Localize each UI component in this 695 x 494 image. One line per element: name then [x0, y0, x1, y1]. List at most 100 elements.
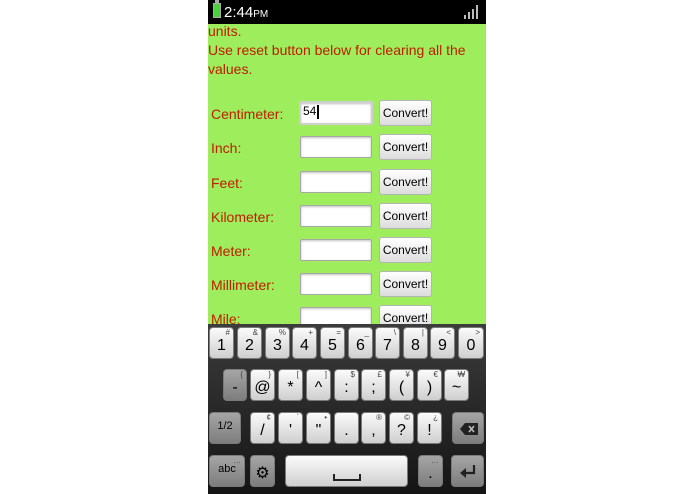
- gear-icon: ⚙: [255, 465, 270, 482]
- key-open-paren[interactable]: ¥(: [389, 369, 414, 401]
- key-5[interactable]: = 5: [320, 327, 345, 359]
- key-main: ": [315, 422, 322, 439]
- key-sub: \: [393, 328, 396, 337]
- backspace-key[interactable]: [452, 412, 484, 444]
- key-main: /: [260, 422, 265, 439]
- mile-input[interactable]: [300, 307, 372, 324]
- text-cursor: [317, 104, 320, 119]
- key-8[interactable]: | 8: [403, 327, 428, 359]
- key-2[interactable]: & 2: [237, 327, 262, 359]
- battery-icon: [213, 0, 221, 18]
- centimeter-label: Centimeter:: [211, 106, 284, 122]
- key-main: .: [344, 422, 349, 439]
- key-sub: ]: [324, 370, 327, 379]
- convert-mile-button[interactable]: Convert!: [379, 305, 432, 324]
- meter-label: Meter:: [211, 243, 251, 259]
- key-7[interactable]: \ 7: [375, 327, 400, 359]
- convert-millimeter-button[interactable]: Convert!: [379, 271, 432, 297]
- key-hyphen[interactable]: {-: [223, 369, 247, 401]
- key-main: -: [232, 379, 238, 396]
- on-screen-keyboard: #1 & 2 % 3 +4 = 5 _ 6 \ 7 | 8 <9 >0 {- } @ [* ]…: [208, 324, 486, 494]
- convert-inch-button[interactable]: Convert!: [379, 134, 432, 160]
- instructions-line-2: Use reset button below for clearing all …: [208, 42, 466, 77]
- key-main: 7: [383, 337, 392, 354]
- space-key[interactable]: [285, 455, 408, 487]
- time-ampm: PM: [253, 9, 269, 20]
- key-sub: ₩: [457, 370, 465, 379]
- backspace-icon: [460, 423, 478, 435]
- key-symbol-page[interactable]: 1/2: [209, 412, 241, 444]
- key-sub: …: [431, 456, 439, 465]
- key-main: 3: [273, 337, 282, 354]
- key-sub: ¿: [433, 413, 438, 422]
- centimeter-value: 54: [303, 104, 317, 118]
- row-inch: Inch: Convert!: [208, 134, 486, 164]
- settings-key[interactable]: ⚙: [250, 455, 275, 487]
- status-time: 2:44PM: [224, 4, 268, 21]
- key-sub: &: [252, 328, 258, 337]
- key-1[interactable]: #1: [209, 327, 234, 359]
- key-0[interactable]: >0: [458, 327, 484, 359]
- key-abc[interactable]: … abc: [209, 455, 245, 487]
- row-feet: Feet: Convert!: [208, 169, 486, 199]
- key-question[interactable]: ©?: [389, 412, 414, 444]
- key-sub: [: [296, 370, 299, 379]
- millimeter-input[interactable]: [300, 273, 372, 295]
- key-semicolon[interactable]: £;: [361, 369, 386, 401]
- row-millimeter: Millimeter: Convert!: [208, 271, 486, 301]
- key-at[interactable]: } @: [250, 369, 275, 401]
- key-sub: $: [350, 370, 355, 379]
- key-main: 1/2: [217, 420, 233, 432]
- convert-meter-button[interactable]: Convert!: [379, 237, 432, 263]
- row-kilometer: Kilometer: Convert!: [208, 203, 486, 233]
- key-sub: +: [308, 328, 313, 337]
- inch-input[interactable]: [300, 136, 372, 158]
- key-quote[interactable]: • ": [306, 412, 331, 444]
- millimeter-label: Millimeter:: [211, 277, 275, 293]
- key-period-bottom[interactable]: ….: [418, 455, 443, 487]
- key-main: 9: [438, 337, 447, 354]
- enter-key[interactable]: [451, 455, 484, 487]
- key-6[interactable]: _ 6: [348, 327, 373, 359]
- key-sub: =: [336, 328, 341, 337]
- row-mile: Mile: Convert!: [208, 305, 486, 324]
- key-main: ): [426, 379, 433, 396]
- key-main: 4: [300, 337, 309, 354]
- key-main: ;: [371, 379, 376, 396]
- converter-screen: units. Use reset button below for cleari…: [208, 24, 486, 324]
- key-9[interactable]: <9: [430, 327, 455, 359]
- key-tilde[interactable]: ₩ ~: [444, 369, 469, 401]
- key-main: 8: [411, 337, 420, 354]
- convert-kilometer-button[interactable]: Convert!: [379, 203, 432, 229]
- phone-screen: 2:44PM units. Use reset button below for…: [208, 0, 486, 494]
- row-centimeter: Centimeter: 54 Convert!: [208, 100, 486, 130]
- enter-icon: [460, 465, 476, 478]
- convert-centimeter-button[interactable]: Convert!: [379, 100, 432, 126]
- kilometer-input[interactable]: [300, 205, 372, 227]
- key-sub: {: [240, 370, 243, 379]
- key-close-paren[interactable]: €): [417, 369, 442, 401]
- key-colon[interactable]: $:: [334, 369, 359, 401]
- key-main: .: [428, 465, 433, 482]
- key-sub: |: [421, 328, 424, 337]
- feet-input[interactable]: [300, 171, 372, 193]
- key-exclamation[interactable]: ¿!: [417, 412, 442, 444]
- key-main: 1: [217, 337, 226, 354]
- centimeter-input[interactable]: 54: [299, 101, 373, 125]
- key-slash[interactable]: ¢ /: [250, 412, 275, 444]
- instructions-line-1: units.: [208, 24, 242, 39]
- key-sub: ¢: [266, 413, 271, 422]
- key-sub: •: [324, 413, 327, 422]
- key-comma[interactable]: ®,: [361, 412, 386, 444]
- key-4[interactable]: +4: [292, 327, 317, 359]
- key-main: 5: [328, 337, 337, 354]
- key-3[interactable]: % 3: [265, 327, 290, 359]
- key-caret[interactable]: ] ^: [306, 369, 331, 401]
- key-period[interactable]: .: [334, 412, 359, 444]
- meter-input[interactable]: [300, 239, 372, 261]
- key-asterisk[interactable]: [*: [278, 369, 303, 401]
- convert-feet-button[interactable]: Convert!: [379, 169, 432, 195]
- key-apostrophe[interactable]: ` ': [278, 412, 303, 444]
- space-icon: [333, 474, 361, 481]
- key-sub: ¥: [405, 370, 410, 379]
